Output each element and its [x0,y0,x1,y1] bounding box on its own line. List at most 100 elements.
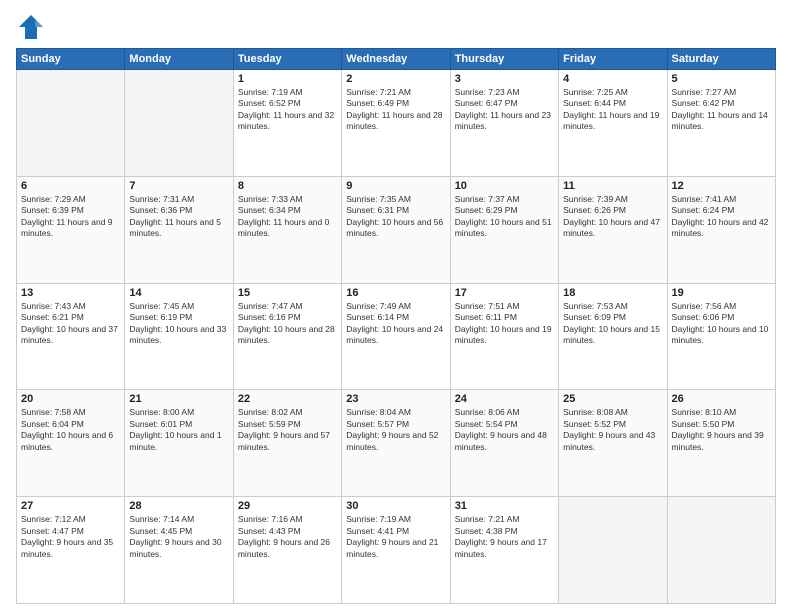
calendar-day-cell: 23 Sunrise: 8:04 AM Sunset: 5:57 PM Dayli… [342,390,450,497]
calendar-day-cell: 31 Sunrise: 7:21 AM Sunset: 4:38 PM Dayli… [450,497,558,604]
calendar-day-cell: 4 Sunrise: 7:25 AM Sunset: 6:44 PM Daylig… [559,70,667,177]
day-number: 4 [563,73,662,85]
day-number: 15 [238,287,337,299]
day-info: Sunrise: 7:27 AM Sunset: 6:42 PM Dayligh… [672,87,771,133]
day-info: Sunrise: 8:00 AM Sunset: 6:01 PM Dayligh… [129,407,228,453]
header [16,12,776,42]
day-number: 22 [238,393,337,405]
calendar-day-cell: 11 Sunrise: 7:39 AM Sunset: 6:26 PM Dayli… [559,176,667,283]
calendar-week-row: 27 Sunrise: 7:12 AM Sunset: 4:47 PM Dayli… [17,497,776,604]
calendar-day-cell: 21 Sunrise: 8:00 AM Sunset: 6:01 PM Dayli… [125,390,233,497]
page: SundayMondayTuesdayWednesdayThursdayFrid… [0,0,792,612]
day-info: Sunrise: 7:19 AM Sunset: 4:41 PM Dayligh… [346,514,445,560]
day-number: 16 [346,287,445,299]
calendar-day-cell: 18 Sunrise: 7:53 AM Sunset: 6:09 PM Dayli… [559,283,667,390]
day-info: Sunrise: 7:53 AM Sunset: 6:09 PM Dayligh… [563,301,662,347]
day-number: 12 [672,180,771,192]
calendar-day-cell: 27 Sunrise: 7:12 AM Sunset: 4:47 PM Dayli… [17,497,125,604]
day-info: Sunrise: 7:19 AM Sunset: 6:52 PM Dayligh… [238,87,337,133]
day-number: 24 [455,393,554,405]
calendar-week-row: 1 Sunrise: 7:19 AM Sunset: 6:52 PM Daylig… [17,70,776,177]
day-number: 10 [455,180,554,192]
day-info: Sunrise: 7:29 AM Sunset: 6:39 PM Dayligh… [21,194,120,240]
day-number: 1 [238,73,337,85]
day-info: Sunrise: 8:10 AM Sunset: 5:50 PM Dayligh… [672,407,771,453]
calendar-day-cell: 14 Sunrise: 7:45 AM Sunset: 6:19 PM Dayli… [125,283,233,390]
day-header: Thursday [450,49,558,70]
calendar-day-cell: 5Sunrise: 7:27 AM Sunset: 6:42 PM Daylig… [667,70,775,177]
calendar-day-cell: 20Sunrise: 7:58 AM Sunset: 6:04 PM Dayli… [17,390,125,497]
day-number: 8 [238,180,337,192]
day-number: 27 [21,500,120,512]
calendar-day-cell: 30 Sunrise: 7:19 AM Sunset: 4:41 PM Dayli… [342,497,450,604]
day-number: 6 [21,180,120,192]
calendar-day-cell: 10Sunrise: 7:37 AM Sunset: 6:29 PM Dayli… [450,176,558,283]
day-info: Sunrise: 8:06 AM Sunset: 5:54 PM Dayligh… [455,407,554,453]
day-info: Sunrise: 7:45 AM Sunset: 6:19 PM Dayligh… [129,301,228,347]
day-info: Sunrise: 7:39 AM Sunset: 6:26 PM Dayligh… [563,194,662,240]
calendar-day-cell [559,497,667,604]
calendar-day-cell: 22 Sunrise: 8:02 AM Sunset: 5:59 PM Dayli… [233,390,341,497]
day-info: Sunrise: 8:04 AM Sunset: 5:57 PM Dayligh… [346,407,445,453]
day-header: Sunday [17,49,125,70]
day-info: Sunrise: 7:49 AM Sunset: 6:14 PM Dayligh… [346,301,445,347]
day-info: Sunrise: 7:31 AM Sunset: 6:36 PM Dayligh… [129,194,228,240]
day-number: 25 [563,393,662,405]
day-info: Sunrise: 7:56 AM Sunset: 6:06 PM Dayligh… [672,301,771,347]
day-info: Sunrise: 7:21 AM Sunset: 6:49 PM Dayligh… [346,87,445,133]
day-number: 26 [672,393,771,405]
calendar-day-cell: 7 Sunrise: 7:31 AM Sunset: 6:36 PM Daylig… [125,176,233,283]
day-header: Tuesday [233,49,341,70]
calendar-week-row: 13Sunrise: 7:43 AM Sunset: 6:21 PM Dayli… [17,283,776,390]
calendar-day-cell: 28Sunrise: 7:14 AM Sunset: 4:45 PM Dayli… [125,497,233,604]
day-number: 3 [455,73,554,85]
day-number: 14 [129,287,228,299]
day-info: Sunrise: 7:21 AM Sunset: 4:38 PM Dayligh… [455,514,554,560]
day-header: Friday [559,49,667,70]
calendar-header-row: SundayMondayTuesdayWednesdayThursdayFrid… [17,49,776,70]
day-number: 9 [346,180,445,192]
day-number: 21 [129,393,228,405]
day-number: 31 [455,500,554,512]
day-header: Wednesday [342,49,450,70]
day-info: Sunrise: 7:51 AM Sunset: 6:11 PM Dayligh… [455,301,554,347]
logo-icon [16,12,46,42]
day-info: Sunrise: 7:14 AM Sunset: 4:45 PM Dayligh… [129,514,228,560]
calendar-day-cell: 13Sunrise: 7:43 AM Sunset: 6:21 PM Dayli… [17,283,125,390]
calendar-day-cell [125,70,233,177]
calendar-week-row: 6 Sunrise: 7:29 AM Sunset: 6:39 PM Daylig… [17,176,776,283]
calendar-day-cell [17,70,125,177]
day-info: Sunrise: 8:02 AM Sunset: 5:59 PM Dayligh… [238,407,337,453]
day-info: Sunrise: 7:41 AM Sunset: 6:24 PM Dayligh… [672,194,771,240]
calendar-day-cell: 17 Sunrise: 7:51 AM Sunset: 6:11 PM Dayli… [450,283,558,390]
day-number: 2 [346,73,445,85]
day-info: Sunrise: 7:23 AM Sunset: 6:47 PM Dayligh… [455,87,554,133]
day-number: 30 [346,500,445,512]
day-info: Sunrise: 7:43 AM Sunset: 6:21 PM Dayligh… [21,301,120,347]
day-number: 17 [455,287,554,299]
day-info: Sunrise: 7:12 AM Sunset: 4:47 PM Dayligh… [21,514,120,560]
calendar-day-cell: 16 Sunrise: 7:49 AM Sunset: 6:14 PM Dayli… [342,283,450,390]
day-number: 18 [563,287,662,299]
day-number: 20 [21,393,120,405]
day-number: 11 [563,180,662,192]
day-info: Sunrise: 7:35 AM Sunset: 6:31 PM Dayligh… [346,194,445,240]
day-number: 29 [238,500,337,512]
calendar-day-cell: 3 Sunrise: 7:23 AM Sunset: 6:47 PM Daylig… [450,70,558,177]
logo [16,12,50,42]
day-header: Saturday [667,49,775,70]
calendar-day-cell: 1 Sunrise: 7:19 AM Sunset: 6:52 PM Daylig… [233,70,341,177]
calendar-day-cell: 25Sunrise: 8:08 AM Sunset: 5:52 PM Dayli… [559,390,667,497]
day-header: Monday [125,49,233,70]
day-info: Sunrise: 7:25 AM Sunset: 6:44 PM Dayligh… [563,87,662,133]
day-info: Sunrise: 7:16 AM Sunset: 4:43 PM Dayligh… [238,514,337,560]
calendar-week-row: 20Sunrise: 7:58 AM Sunset: 6:04 PM Dayli… [17,390,776,497]
calendar-day-cell: 24 Sunrise: 8:06 AM Sunset: 5:54 PM Dayli… [450,390,558,497]
day-number: 23 [346,393,445,405]
calendar-day-cell: 19Sunrise: 7:56 AM Sunset: 6:06 PM Dayli… [667,283,775,390]
day-number: 7 [129,180,228,192]
calendar-day-cell: 15 Sunrise: 7:47 AM Sunset: 6:16 PM Dayli… [233,283,341,390]
calendar-day-cell: 29 Sunrise: 7:16 AM Sunset: 4:43 PM Dayli… [233,497,341,604]
calendar-day-cell: 26 Sunrise: 8:10 AM Sunset: 5:50 PM Dayli… [667,390,775,497]
day-info: Sunrise: 7:47 AM Sunset: 6:16 PM Dayligh… [238,301,337,347]
